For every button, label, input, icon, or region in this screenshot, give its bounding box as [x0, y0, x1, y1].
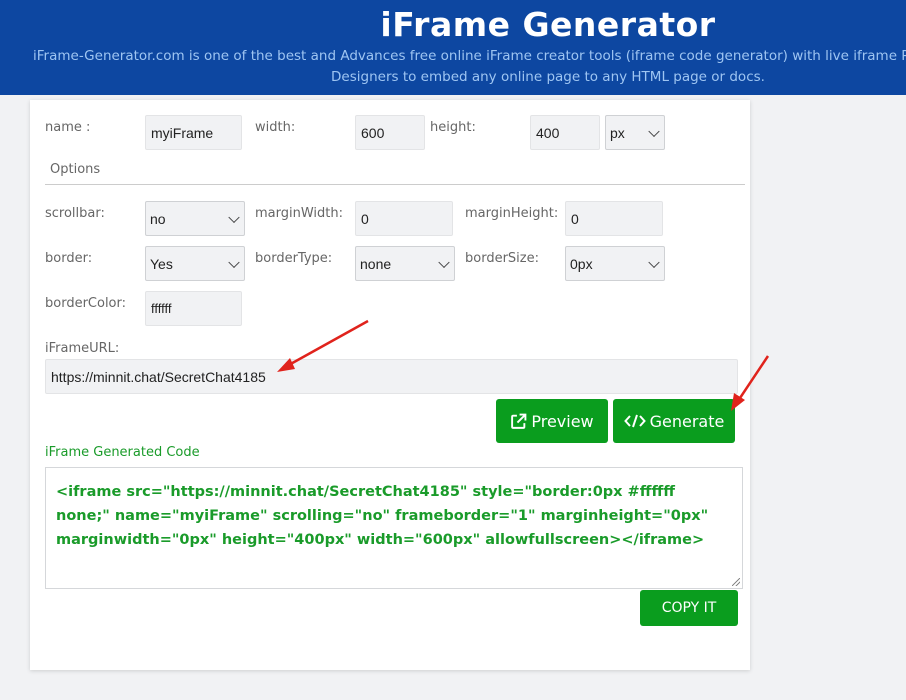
annotation-arrows — [277, 319, 770, 411]
annotation-arrow-generate — [731, 355, 770, 411]
annotation-arrow-url — [277, 319, 369, 372]
